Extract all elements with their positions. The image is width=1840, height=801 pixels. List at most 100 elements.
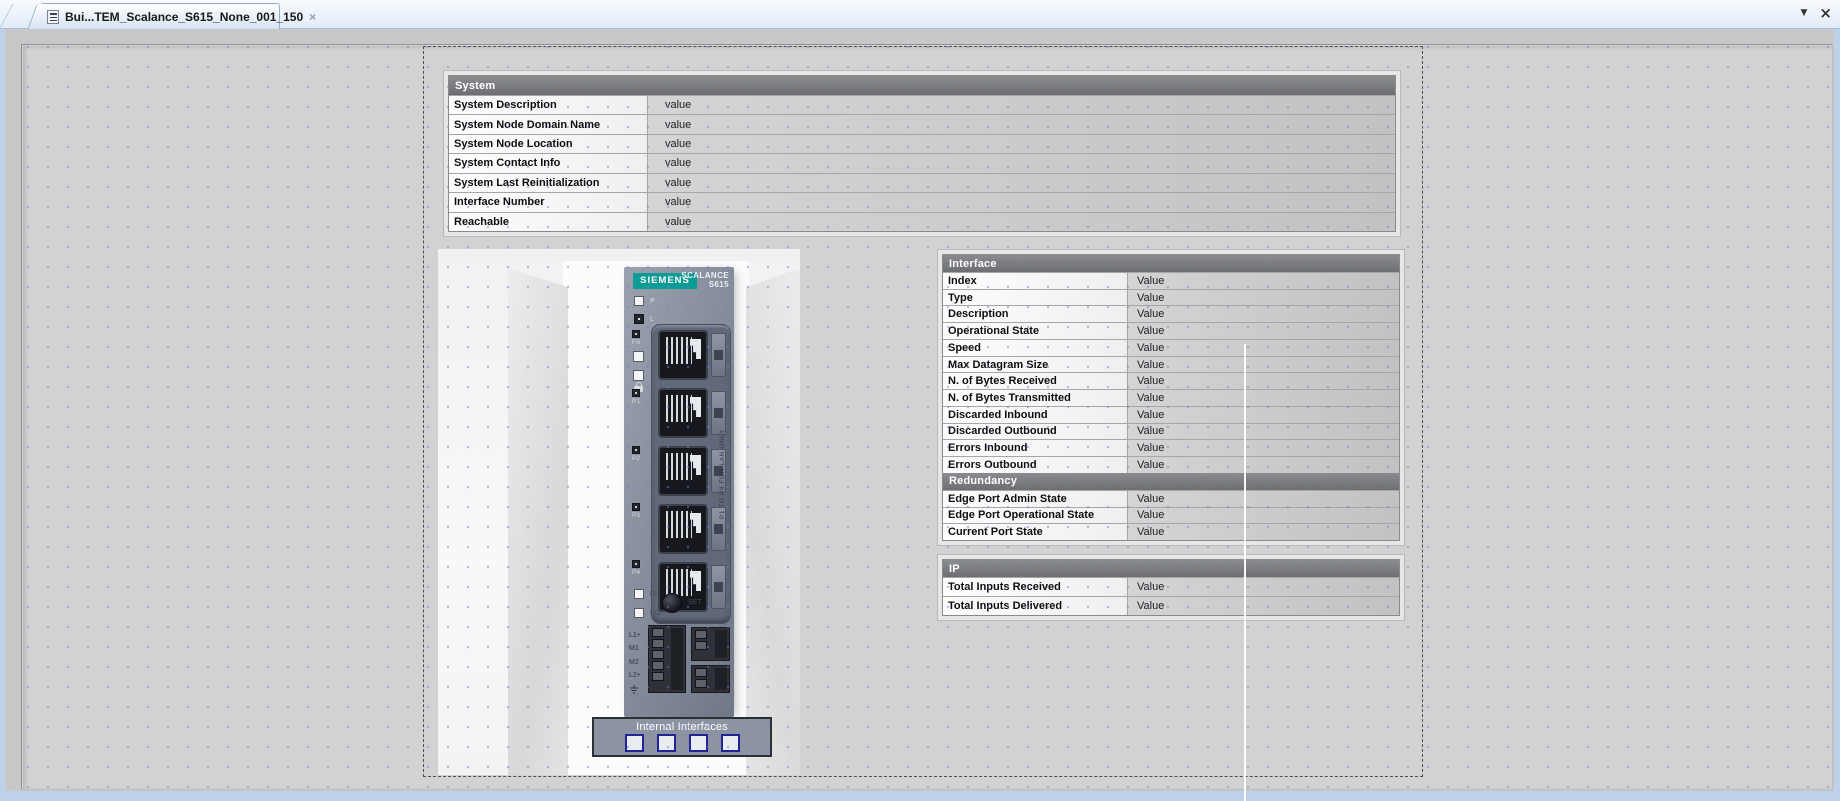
rj45-port — [658, 330, 726, 380]
row-value: Value — [1128, 290, 1399, 306]
system-table: System System Description value System N… — [448, 75, 1396, 232]
row-value: Value — [1128, 508, 1399, 524]
ip-group[interactable]: IP Total Inputs Received Value Total Inp… — [937, 554, 1405, 621]
interface-table: Interface Index Value Type Value Descrip… — [942, 254, 1400, 541]
table-row: Type Value — [943, 289, 1399, 306]
table-row: Errors Inbound Value — [943, 439, 1399, 456]
row-label: System Contact Info — [449, 154, 648, 172]
ip-table-header: IP — [943, 560, 1399, 577]
row-value: Value — [1128, 424, 1399, 440]
row-value: value — [648, 96, 1395, 114]
tabwell-menu-icon[interactable]: ▼ — [1801, 8, 1808, 18]
row-value: Value — [1128, 578, 1399, 596]
rj45-jack — [658, 446, 708, 496]
tab-close-icon[interactable]: × — [309, 10, 316, 24]
port-label: P1 — [632, 398, 652, 405]
table-row: Edge Port Admin State Value — [943, 490, 1399, 507]
table-row: Max Datagram Size Value — [943, 356, 1399, 373]
row-value: Value — [1128, 440, 1399, 456]
terminal-labels: L1+M1M2L2+ — [629, 629, 641, 683]
rj45-port — [658, 446, 726, 496]
row-label: Current Port State — [943, 524, 1128, 540]
port-led-block: P4 — [632, 560, 652, 576]
do-led — [634, 608, 644, 618]
tab-title: Bui...TEM_Scalance_S615_None_001_150 — [65, 10, 303, 24]
port-led — [632, 560, 640, 568]
device-photo[interactable] — [438, 249, 800, 775]
ip-table: IP Total Inputs Received Value Total Inp… — [942, 559, 1400, 616]
di-terminal-block — [691, 627, 730, 661]
terminal-label-column: L1+M1M2L2+ — [629, 629, 641, 696]
terminal-label: L2+ — [629, 669, 641, 682]
set-button — [662, 593, 682, 613]
di-led — [634, 589, 644, 599]
row-value: Value — [1128, 491, 1399, 507]
row-label: Errors Outbound — [943, 457, 1128, 473]
internal-interface-port — [721, 734, 740, 752]
table-row: Speed Value — [943, 339, 1399, 356]
tab-scalance-faceplate[interactable]: Bui...TEM_Scalance_S615_None_001_150 × — [40, 3, 280, 29]
table-row: Reachable value — [449, 212, 1395, 231]
photo-shadow-left — [508, 268, 568, 775]
row-value: Value — [1128, 357, 1399, 373]
row-value: value — [648, 154, 1395, 172]
do-led-label: DO — [650, 610, 661, 617]
interface-table-header: Interface — [943, 255, 1399, 272]
model-number: S615 — [681, 280, 729, 289]
port-label: P4 — [632, 569, 652, 576]
rj45-jack — [658, 388, 708, 438]
row-value: Value — [1128, 306, 1399, 322]
scalance-device-image: SIEMENS SCALANCE S615 P L FS — [624, 267, 734, 717]
set-button-label: SET — [688, 599, 702, 606]
row-label: Total Inputs Delivered — [943, 597, 1128, 615]
row-value: Value — [1128, 273, 1399, 289]
table-row: N. of Bytes Transmitted Value — [943, 389, 1399, 406]
row-value: Value — [1128, 597, 1399, 615]
row-label: System Description — [449, 96, 648, 114]
row-value: value — [648, 193, 1395, 211]
row-label: Total Inputs Received — [943, 578, 1128, 596]
internal-interfaces-label: Internal Interfaces — [636, 721, 728, 733]
port-label: P2 — [632, 455, 652, 462]
row-label: Errors Inbound — [943, 440, 1128, 456]
rj45-pins — [666, 453, 692, 480]
internal-interface-squares — [625, 734, 740, 752]
row-label: N. of Bytes Transmitted — [943, 390, 1128, 406]
interface-table-rows: Index Value Type Value Description Value — [943, 272, 1399, 473]
row-label: System Node Location — [449, 135, 648, 153]
system-group[interactable]: System System Description value System N… — [443, 70, 1401, 237]
row-value: Value — [1128, 390, 1399, 406]
port-led-block: P3 — [632, 503, 652, 519]
internal-interfaces-bar[interactable]: Internal Interfaces — [592, 717, 772, 757]
table-row: System Node Location value — [449, 134, 1395, 153]
row-value: Value — [1128, 457, 1399, 473]
document-icon — [47, 10, 59, 24]
tabwell-close-icon[interactable]: × — [1819, 6, 1832, 20]
terminal-label: M2 — [629, 656, 641, 669]
rj45-port — [658, 504, 726, 554]
table-row: Errors Outbound Value — [943, 456, 1399, 473]
port-led-block: P1 — [632, 389, 652, 405]
row-value: Value — [1128, 524, 1399, 540]
port-led — [632, 446, 640, 454]
rj45-jack — [658, 330, 708, 380]
port-led-block: P2 — [632, 446, 652, 462]
rj45-jack — [658, 504, 708, 554]
interface-group[interactable]: Interface Index Value Type Value Descrip… — [937, 249, 1405, 546]
table-row: System Node Domain Name value — [449, 114, 1395, 133]
row-label: Operational State — [943, 323, 1128, 339]
ip-table-rows: Total Inputs Received Value Total Inputs… — [943, 577, 1399, 615]
tab-strip: Bui...TEM_Scalance_S615_None_001_150 × ▼… — [0, 0, 1840, 29]
row-label: Discarded Inbound — [943, 407, 1128, 423]
rj45-pins — [666, 337, 692, 364]
table-row: System Contact Info value — [449, 153, 1395, 172]
faceplate-editor-window: Bui...TEM_Scalance_S615_None_001_150 × ▼… — [0, 0, 1840, 801]
di-led-label: DI — [650, 591, 657, 598]
rj45-pins — [666, 395, 692, 422]
table-row: Discarded Inbound Value — [943, 406, 1399, 423]
row-value: value — [648, 135, 1395, 153]
row-value: Value — [1128, 323, 1399, 339]
rj45-pins — [666, 511, 692, 538]
table-row: Discarded Outbound Value — [943, 423, 1399, 440]
device-model-label: SCALANCE S615 — [681, 271, 729, 289]
